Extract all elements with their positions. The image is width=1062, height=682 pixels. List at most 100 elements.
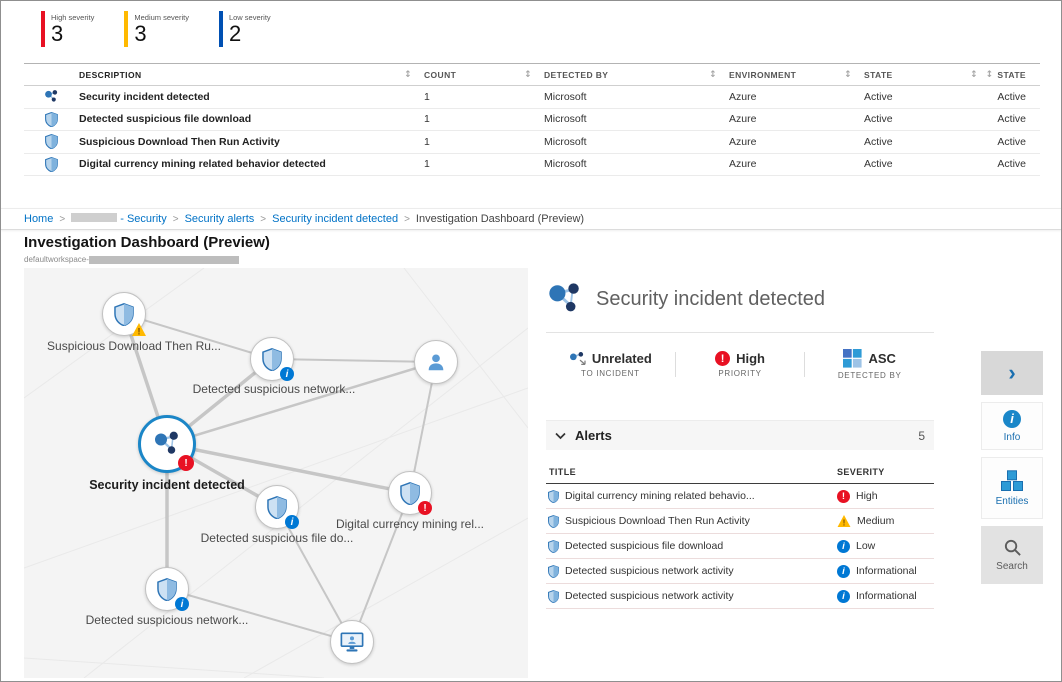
graph-node-file-download[interactable]: i [255,485,299,529]
alert-description: Detected suspicious file download [79,113,424,125]
stat-label: DETECTED BY [838,371,902,380]
sort-icon[interactable]: ↕ [524,70,532,80]
host-icon [340,631,364,654]
table-row[interactable]: Detected suspicious file download 1 Micr… [24,109,1040,132]
redacted-text [71,213,117,222]
chevron-down-icon [555,432,566,440]
medium-severity-badge[interactable]: Medium severity 3 [124,11,189,47]
user-icon [425,351,447,373]
table-row[interactable]: Suspicious Download Then Run Activity 1 … [24,131,1040,154]
node-label: Detected suspicious network... [86,613,249,627]
info-icon: i [280,367,294,381]
incident-detail-panel: Security incident detected Unrelated TO … [546,268,934,609]
alert-count: 1 [424,158,544,170]
column-header-environment[interactable]: ENVIRONMENT↕ [729,70,864,80]
alerts-section-header[interactable]: Alerts 5 [546,420,934,450]
alert-list-item[interactable]: Detected suspicious network activity i I… [546,584,934,609]
alert-environment: Azure [729,113,864,125]
incident-icon [546,280,584,318]
graph-node-user[interactable] [414,340,458,384]
alert-severity: Low [856,540,875,552]
redacted-text [89,256,239,264]
graph-node-suspicious-download[interactable]: ! [102,292,146,336]
graph-node-host[interactable] [330,620,374,664]
high-severity-bar [41,11,45,47]
breadcrumb-incident[interactable]: Security incident detected [272,213,398,225]
alert-description: Suspicious Download Then Run Activity [79,136,424,148]
alert-environment: Azure [729,136,864,148]
breadcrumb-security[interactable]: - Security [71,213,167,225]
stat-value: ASC [868,351,895,366]
alert-title: Digital currency mining related behavio.… [565,490,755,502]
high-severity-badge[interactable]: High severity 3 [41,11,94,47]
medium-severity-count: 3 [134,22,189,45]
shield-icon [548,490,559,503]
column-header-description[interactable]: DESCRIPTION↕ [79,70,424,80]
column-header-count[interactable]: COUNT↕ [424,70,544,80]
breadcrumb-security-alerts[interactable]: Security alerts [185,213,255,225]
column-header-detected-by[interactable]: DETECTED BY↕ [544,70,729,80]
sort-icon[interactable]: ↕ [844,70,852,80]
shield-icon [548,515,559,528]
collapse-panel-button[interactable]: › [981,351,1043,395]
alerts-section-title: Alerts [575,428,612,443]
medium-severity-bar [124,11,128,47]
alert-count: 1 [424,91,544,103]
graph-node-network-activity-top[interactable]: i [250,337,294,381]
sort-icon[interactable]: ↕ [404,70,412,80]
low-severity-count: 2 [229,22,271,45]
tab-search[interactable]: Search [981,526,1043,584]
alert-state-2: Active [990,136,1040,148]
graph-node-security-incident[interactable]: ! [138,415,196,473]
investigation-dashboard-screen: High severity 3 Medium severity 3 Low se… [0,0,1062,682]
alert-detected-by: Microsoft [544,136,729,148]
node-label: Digital currency mining rel... [336,517,484,531]
microsoft-logo-icon [843,349,862,368]
table-row[interactable]: Digital currency mining related behavior… [24,154,1040,177]
breadcrumb-separator: > [404,214,410,225]
informational-severity-icon: i [837,565,850,578]
alerts-table: DESCRIPTION↕ COUNT↕ DETECTED BY↕ ENVIRON… [24,63,1040,176]
stat-value: Unrelated [592,351,652,366]
incident-icon [24,89,79,104]
alert-description: Digital currency mining related behavior… [79,158,424,170]
column-header-state-2[interactable]: ↕STATE [990,70,1040,80]
alert-list-item[interactable]: Detected suspicious file download i Low [546,534,934,559]
node-label: Security incident detected [89,478,245,492]
stat-label: PRIORITY [718,369,761,378]
alerts-count-badge: 5 [918,429,925,443]
investigation-graph[interactable]: ! Suspicious Download Then Ru... i Detec… [24,268,528,678]
tab-info[interactable]: i Info [981,402,1043,450]
alert-detected-by: Microsoft [544,113,729,125]
table-row[interactable]: Security incident detected 1 Microsoft A… [24,86,1040,109]
detail-stats: Unrelated TO INCIDENT ! High PRIORITY AS… [546,333,934,390]
error-icon: ! [178,455,194,471]
node-label: Suspicious Download Then Ru... [47,339,221,353]
info-icon: i [1003,410,1021,428]
alert-state-2: Active [990,91,1040,103]
entities-icon [1000,470,1024,492]
alert-list-item[interactable]: Digital currency mining related behavio.… [546,484,934,509]
workspace-subtitle: defaultworkspace- [24,255,270,264]
breadcrumb-home[interactable]: Home [24,213,53,225]
side-tab-strip: › i Info Entities Search [981,351,1043,584]
low-severity-icon: i [837,540,850,553]
column-header-title: TITLE [546,467,837,477]
alert-list-item[interactable]: Suspicious Download Then Run Activity ! … [546,509,934,534]
node-label: Detected suspicious network... [193,382,356,396]
low-severity-badge[interactable]: Low severity 2 [219,11,271,47]
tab-entities[interactable]: Entities [981,457,1043,519]
sort-icon[interactable]: ↕ [970,70,978,80]
unrelated-icon [569,351,586,366]
column-header-state[interactable]: STATE↕ [864,70,990,80]
alert-state: Active [864,136,990,148]
alert-severity: High [856,490,878,502]
alerts-table-header: DESCRIPTION↕ COUNT↕ DETECTED BY↕ ENVIRON… [24,63,1040,86]
sort-icon[interactable]: ↕ [985,70,993,80]
graph-node-network-activity-bottom[interactable]: i [145,567,189,611]
alert-detected-by: Microsoft [544,158,729,170]
alert-list-item[interactable]: Detected suspicious network activity i I… [546,559,934,584]
graph-node-mining[interactable]: ! [388,471,432,515]
stat-value: High [736,351,765,366]
sort-icon[interactable]: ↕ [709,70,717,80]
